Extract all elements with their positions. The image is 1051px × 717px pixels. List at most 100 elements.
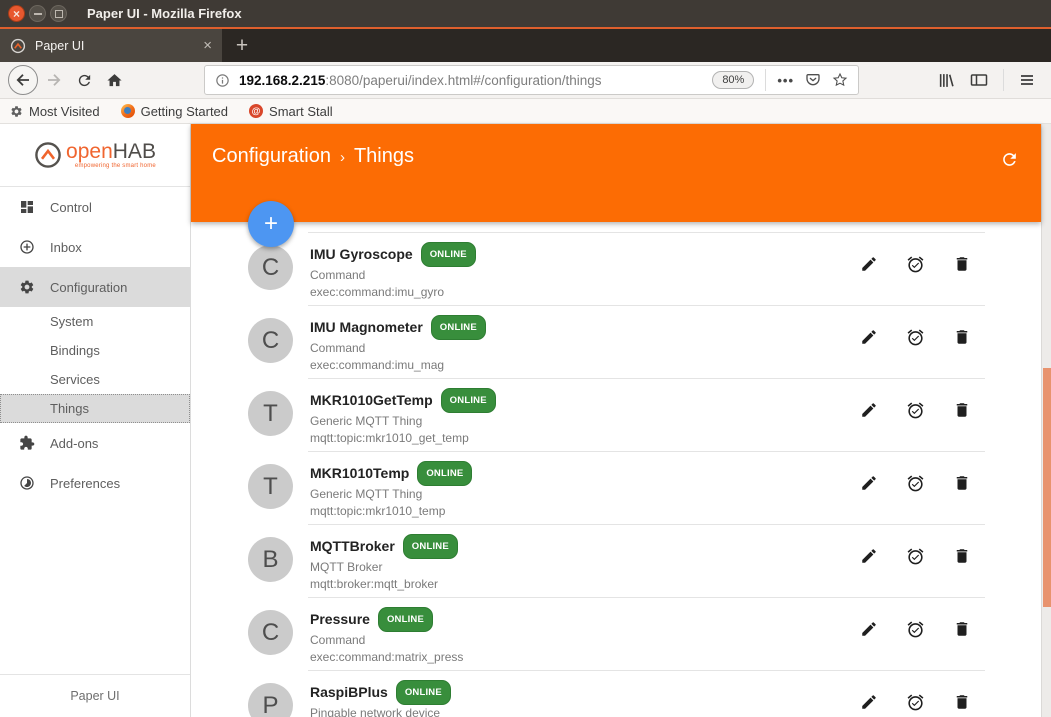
sidebar-item-addons[interactable]: Add-ons — [0, 423, 190, 463]
bookmark-label: Most Visited — [29, 103, 100, 119]
site-info-icon[interactable] — [215, 73, 230, 88]
delete-button[interactable] — [953, 620, 971, 639]
forward-arrow-icon — [48, 74, 61, 86]
back-button[interactable] — [8, 65, 38, 95]
bookmarks-bar: Most Visited Getting Started @ Smart Sta… — [0, 99, 1051, 124]
thing-uid: mqtt:topic:mkr1010_temp — [310, 504, 446, 518]
thing-avatar: B — [248, 537, 293, 582]
status-badge: ONLINE — [402, 534, 458, 559]
thing-row: T MKR1010Temp ONLINE Generic MQTT Thing … — [191, 452, 1041, 525]
zoom-level-badge[interactable]: 80% — [712, 71, 755, 89]
refresh-icon — [1003, 153, 1016, 166]
divider — [765, 69, 767, 91]
breadcrumb-configuration[interactable]: Configuration — [212, 145, 331, 168]
sidebar-item-label: Inbox — [50, 239, 82, 255]
sidebar-item-control[interactable]: Control — [0, 187, 190, 227]
edit-button[interactable] — [860, 401, 878, 420]
delete-button[interactable] — [953, 474, 971, 493]
breadcrumb-things[interactable]: Things — [354, 145, 414, 168]
page-content: openHAB empowering the smart home Contro… — [0, 124, 1051, 717]
edit-button[interactable] — [860, 547, 878, 566]
bookmark-most-visited[interactable]: Most Visited — [10, 104, 100, 119]
disable-schedule-button[interactable] — [906, 328, 925, 347]
thing-row: C IMU Magnometer ONLINE Command exec:com… — [191, 306, 1041, 379]
disable-schedule-button[interactable] — [906, 401, 925, 420]
thing-uid: exec:command:imu_mag — [310, 358, 445, 372]
trash-icon — [956, 330, 968, 344]
reload-button[interactable] — [70, 66, 98, 94]
thing-name: Pressure — [310, 611, 370, 627]
disable-schedule-button[interactable] — [906, 693, 925, 712]
sidebar-item-preferences[interactable]: Preferences — [0, 463, 190, 503]
sidebar-toggle-button[interactable] — [970, 72, 988, 88]
thing-uid: mqtt:broker:mqtt_broker — [310, 577, 439, 591]
disable-schedule-button[interactable] — [906, 474, 925, 493]
window-minimize-button[interactable] — [29, 5, 46, 22]
reload-icon — [78, 74, 90, 86]
sidebar-item-configuration[interactable]: Configuration — [0, 267, 190, 307]
sidebar-item-system[interactable]: System — [0, 307, 190, 336]
menu-hamburger-button[interactable] — [1019, 72, 1035, 88]
back-arrow-icon — [16, 74, 29, 86]
thing-row: C Pressure ONLINE Command exec:command:m… — [191, 598, 1041, 671]
new-tab-button[interactable]: + — [222, 29, 262, 62]
page-scrollbar[interactable] — [1041, 124, 1051, 717]
trash-icon — [956, 695, 968, 709]
edit-button[interactable] — [860, 620, 878, 639]
home-button[interactable] — [100, 66, 128, 94]
disable-schedule-button[interactable] — [906, 547, 925, 566]
alarm-icon — [907, 402, 924, 419]
delete-button[interactable] — [953, 255, 971, 274]
sidebar: openHAB empowering the smart home Contro… — [0, 124, 191, 717]
scrollbar-thumb[interactable] — [1043, 368, 1051, 607]
page-header: Configuration › Things — [191, 124, 1041, 222]
delete-button[interactable] — [953, 328, 971, 347]
window-title: Paper UI - Mozilla Firefox — [87, 6, 242, 21]
trash-icon — [956, 403, 968, 417]
refresh-button[interactable] — [1000, 150, 1019, 169]
pocket-icon[interactable] — [805, 72, 821, 88]
url-bar[interactable]: 192.168.2.215 :8080/paperui/index.html#/… — [204, 65, 859, 95]
sidebar-item-inbox[interactable]: Inbox — [0, 227, 190, 267]
logo-text-hab: HAB — [112, 140, 156, 163]
window-close-button[interactable]: × — [8, 5, 25, 22]
add-circle-icon — [19, 239, 35, 255]
page-actions-icon[interactable]: ••• — [777, 73, 794, 88]
sidebar-footer: Paper UI — [0, 674, 190, 717]
openhab-logo-icon — [35, 142, 61, 168]
library-button[interactable] — [938, 72, 955, 89]
bookmark-star-icon[interactable] — [832, 72, 848, 88]
disable-schedule-button[interactable] — [906, 255, 925, 274]
window-maximize-button[interactable] — [50, 5, 67, 22]
openhab-favicon-icon — [10, 38, 26, 53]
delete-button[interactable] — [953, 401, 971, 420]
forward-button[interactable] — [40, 66, 68, 94]
edit-button[interactable] — [860, 693, 878, 712]
sidebar-item-things[interactable]: Things — [0, 394, 190, 423]
thing-name: IMU Magnometer — [310, 319, 423, 335]
url-host: 192.168.2.215 — [239, 72, 326, 88]
bookmark-getting-started[interactable]: Getting Started — [120, 104, 228, 119]
status-badge: ONLINE — [417, 461, 473, 486]
edit-button[interactable] — [860, 255, 878, 274]
logo-tagline: empowering the smart home — [74, 163, 156, 169]
disable-schedule-button[interactable] — [906, 620, 925, 639]
add-thing-button[interactable]: + — [248, 201, 294, 247]
edit-button[interactable] — [860, 474, 878, 493]
delete-button[interactable] — [953, 547, 971, 566]
thing-avatar: T — [248, 391, 293, 436]
tab-close-icon[interactable]: × — [203, 38, 212, 53]
navigation-toolbar: 192.168.2.215 :8080/paperui/index.html#/… — [0, 62, 1051, 99]
breadcrumb: Configuration › Things — [212, 145, 414, 168]
bookmark-smart-stall[interactable]: @ Smart Stall — [249, 104, 333, 119]
alarm-icon — [907, 329, 924, 346]
sidebar-item-bindings[interactable]: Bindings — [0, 336, 190, 365]
pencil-icon — [862, 476, 876, 490]
delete-button[interactable] — [953, 693, 971, 712]
thing-row: T MKR1010GetTemp ONLINE Generic MQTT Thi… — [191, 379, 1041, 452]
sidebar-item-services[interactable]: Services — [0, 365, 190, 394]
openhab-logo[interactable]: openHAB empowering the smart home — [0, 124, 190, 187]
tab-paper-ui[interactable]: Paper UI × — [0, 29, 222, 62]
active-tab-stripe — [0, 27, 1051, 29]
edit-button[interactable] — [860, 328, 878, 347]
